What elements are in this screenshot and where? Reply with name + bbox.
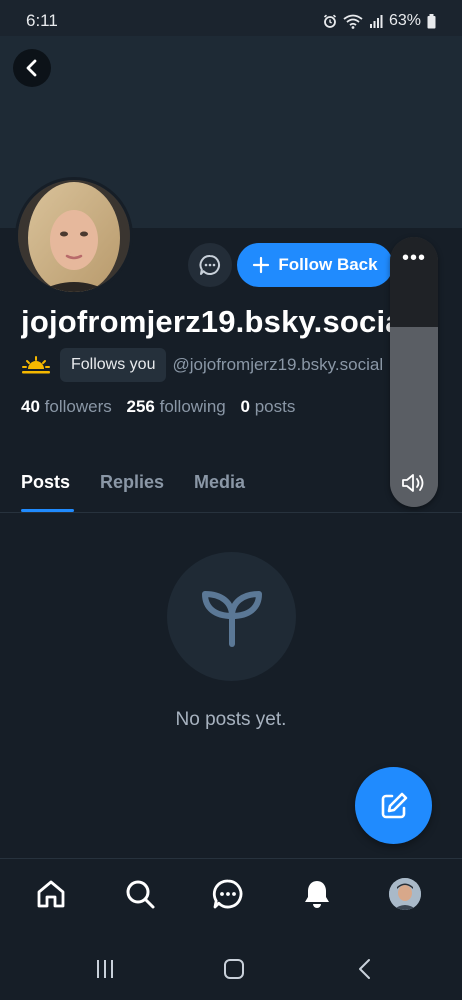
nav-profile-avatar[interactable] [389,878,421,910]
sun-horizon-icon [22,356,50,374]
alarm-icon [323,14,337,28]
active-tab-indicator [21,509,74,512]
profile-stats: 40 followers 256 following 0 posts [21,397,295,417]
home-button-icon[interactable] [223,958,245,980]
posts-label: posts [254,397,296,416]
message-button[interactable] [188,243,232,287]
notifications-icon [305,881,329,908]
recent-apps-icon[interactable] [94,958,116,980]
battery-percent: 63% [388,12,421,29]
posts-count: 0 [240,397,250,416]
status-icons: 63% [323,12,436,30]
chat-bubble-icon [199,254,221,275]
following-count: 256 [126,397,155,416]
system-navigation-bar [0,940,462,1000]
pencil-square-icon [381,792,407,818]
sprout-icon [201,590,262,647]
wifi-icon [343,14,363,29]
nav-chat[interactable] [211,877,245,911]
tab-media[interactable]: Media [194,472,245,493]
followers-count: 40 [21,397,40,416]
volume-panel[interactable]: ••• [390,237,438,507]
more-dots-icon[interactable]: ••• [390,248,438,268]
chat-icon [212,879,243,909]
empty-state-text: No posts yet. [175,709,287,730]
follows-you-badge: Follows you [60,348,167,382]
signal-icon [369,15,383,28]
follow-back-button[interactable]: Follow Back [237,243,393,287]
battery-icon [427,13,436,28]
posts-stat: 0 posts [240,397,295,416]
empty-state-icon-circle [167,552,296,681]
status-time: 6:11 [26,11,58,30]
chevron-left-icon [26,59,37,77]
followers-label: followers [44,397,112,416]
tab-replies[interactable]: Replies [100,472,164,493]
back-button[interactable] [13,49,51,87]
nav-home[interactable] [34,877,68,911]
home-icon [37,880,65,908]
followers-stat[interactable]: 40 followers [21,397,112,416]
nav-notifications[interactable] [300,877,334,911]
compose-post-button[interactable] [355,767,432,844]
avatar-image [18,180,130,292]
profile-avatar-image [389,878,421,910]
search-icon [126,880,155,909]
tab-posts[interactable]: Posts [21,472,70,493]
nav-search[interactable] [123,877,157,911]
display-name: jojofromjerz19.bsky.social [21,304,412,339]
following-label: following [159,397,226,416]
following-stat[interactable]: 256 following [126,397,225,416]
bottom-nav [0,858,462,940]
back-nav-icon[interactable] [354,958,376,980]
profile-avatar[interactable] [15,177,133,295]
follow-back-label: Follow Back [278,255,378,274]
plus-icon [253,256,270,274]
profile-handle: @jojofromjerz19.bsky.social [172,355,384,374]
speaker-icon[interactable] [400,471,428,495]
profile-meta-row: Follows you @jojofromjerz19.bsky.social [21,348,441,382]
